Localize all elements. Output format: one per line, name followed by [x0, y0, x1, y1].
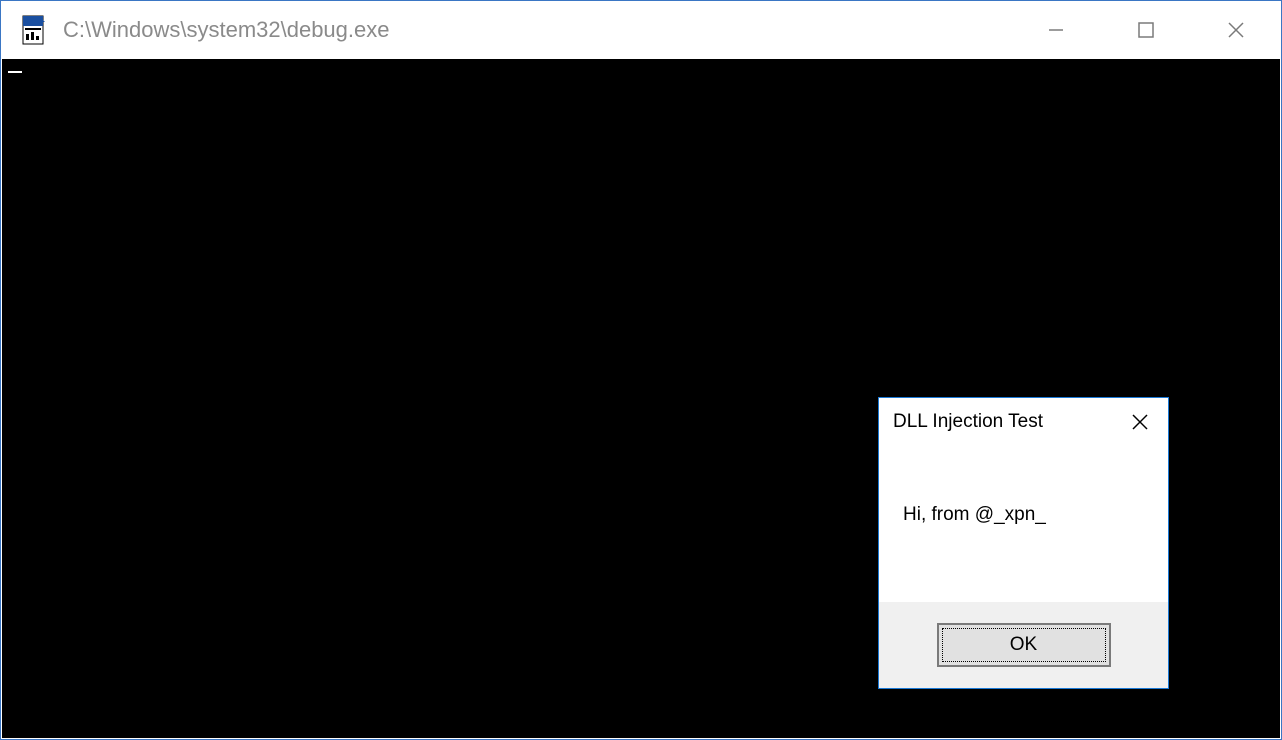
dialog-message: Hi, from @_xpn_: [903, 504, 1168, 526]
console-cursor: [8, 71, 22, 73]
messagebox-dialog: DLL Injection Test Hi, from @_xpn_ OK: [878, 397, 1169, 689]
window-title: C:\Windows\system32\debug.exe: [63, 17, 390, 43]
main-console-window: C:\Windows\system32\debug.exe: [0, 0, 1282, 740]
minimize-icon: [1047, 21, 1065, 39]
dialog-body: Hi, from @_xpn_: [879, 446, 1168, 596]
maximize-button[interactable]: [1101, 1, 1191, 59]
maximize-icon: [1137, 21, 1155, 39]
app-icon: [19, 14, 51, 46]
dialog-close-button[interactable]: [1112, 398, 1168, 446]
dialog-title: DLL Injection Test: [893, 411, 1043, 433]
dialog-footer: OK: [879, 602, 1168, 688]
ok-button[interactable]: OK: [937, 623, 1111, 667]
dialog-titlebar[interactable]: DLL Injection Test: [879, 398, 1168, 446]
close-button[interactable]: [1191, 1, 1281, 59]
close-icon: [1226, 20, 1246, 40]
main-titlebar[interactable]: C:\Windows\system32\debug.exe: [1, 1, 1281, 59]
minimize-button[interactable]: [1011, 1, 1101, 59]
close-icon: [1131, 413, 1149, 431]
window-controls: [1011, 1, 1281, 59]
